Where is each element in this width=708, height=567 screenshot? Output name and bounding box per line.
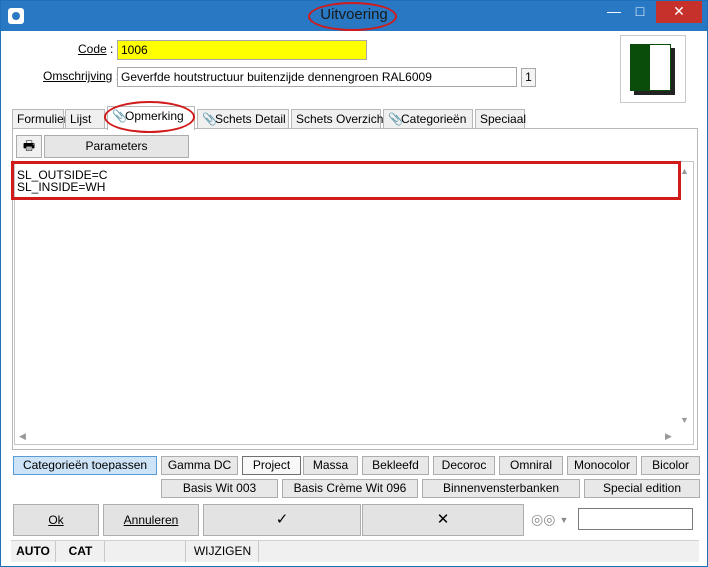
cross-icon: ✕ — [436, 511, 450, 528]
confirm-button[interactable]: ✓ — [203, 504, 361, 536]
monocolor-button[interactable]: Monocolor — [567, 456, 637, 475]
dropdown-arrow-icon[interactable]: ▼ — [558, 511, 570, 529]
title-annotation-oval — [308, 2, 397, 31]
tab-schets-detail[interactable]: 📎Schets Detail — [197, 109, 289, 129]
bekleefd-button[interactable]: Bekleefd — [362, 456, 429, 475]
paperclip-icon: 📎 — [388, 112, 403, 126]
title-bar[interactable]: Uitvoering — □ ✕ — [1, 1, 707, 31]
check-icon: ✓ — [275, 511, 289, 528]
paperclip-icon: 📎 — [202, 112, 217, 126]
status-mode: AUTO — [11, 541, 56, 562]
memo-annotation-box — [11, 161, 681, 200]
bicolor-button[interactable]: Bicolor — [641, 456, 700, 475]
code-field[interactable]: 1006 — [117, 40, 367, 60]
minimize-button[interactable]: — — [601, 1, 627, 23]
tab-schets-overzicht[interactable]: Schets Overzicht — [291, 109, 387, 129]
project-button[interactable]: Project — [242, 456, 301, 475]
binoculars-icon[interactable]: ◎◎ — [531, 511, 555, 529]
status-empty — [106, 541, 186, 562]
search-input[interactable] — [578, 508, 693, 530]
scroll-right-icon[interactable]: ▶ — [665, 431, 672, 442]
code-label: Code : — [78, 42, 114, 56]
tab-categorieen[interactable]: 📎Categorieën — [383, 109, 473, 129]
parameters-button[interactable]: Parameters — [44, 135, 189, 158]
tab-speciaal[interactable]: Speciaal — [475, 109, 526, 129]
cancel-button[interactable]: Annuleren — [103, 504, 199, 536]
categorieen-toepassen-button[interactable]: Categorieën toepassen — [13, 456, 157, 475]
count-box: 1 — [521, 68, 536, 87]
status-bar: AUTO CAT WIJZIGEN — [11, 540, 699, 562]
omschrijving-field[interactable]: Geverfde houtstructuur buitenzijde denne… — [117, 67, 517, 87]
close-button[interactable]: ✕ — [656, 1, 702, 23]
maximize-button[interactable]: □ — [627, 1, 653, 23]
uitvoering-window: Uitvoering — □ ✕ Code : 1006 Omschrijvin… — [0, 0, 708, 567]
basis-wit-003-button[interactable]: Basis Wit 003 — [161, 479, 278, 498]
tab-lijst[interactable]: Lijst — [65, 109, 105, 129]
basis-creme-wit-096-button[interactable]: Basis Crème Wit 096 — [282, 479, 418, 498]
reject-button[interactable]: ✕ — [362, 504, 524, 536]
tab-annotation-oval — [104, 101, 195, 133]
ok-button[interactable]: Ok — [13, 504, 99, 536]
decoroc-button[interactable]: Decoroc — [433, 456, 495, 475]
scroll-left-icon[interactable]: ◀ — [19, 431, 26, 442]
binnenvensterbanken-button[interactable]: Binnenvensterbanken — [422, 479, 580, 498]
special-edition-button[interactable]: Special edition — [584, 479, 700, 498]
vertical-scrollbar[interactable]: ▲ ▼ — [676, 162, 693, 432]
massa-button[interactable]: Massa — [303, 456, 358, 475]
print-button[interactable]: 🖶 — [16, 135, 42, 158]
tab-formulier[interactable]: Formulier — [12, 109, 68, 129]
status-state: WIJZIGEN — [187, 541, 259, 562]
horizontal-scrollbar[interactable]: ◀ ▶ — [15, 431, 695, 444]
color-preview — [620, 35, 686, 103]
gamma-dc-button[interactable]: Gamma DC — [161, 456, 238, 475]
remarks-textarea[interactable]: SL_OUTSIDE=C SL_INSIDE=WH ▲ ▼ ◀ ▶ — [14, 161, 694, 445]
omniral-button[interactable]: Omniral — [499, 456, 563, 475]
scroll-down-icon[interactable]: ▼ — [676, 415, 693, 425]
printer-icon: 🖶 — [22, 138, 36, 153]
omschrijving-label: Omschrijving : — [43, 69, 119, 83]
status-cat: CAT — [57, 541, 105, 562]
